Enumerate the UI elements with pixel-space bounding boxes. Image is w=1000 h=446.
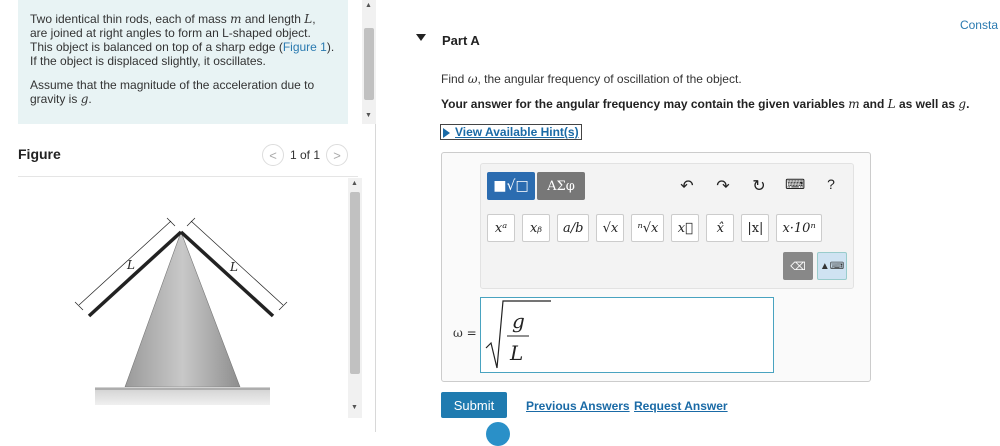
divider [18,176,358,177]
scientific-notation-key[interactable]: x·10ⁿ [776,214,822,242]
question-text: Find ω, the angular frequency of oscilla… [441,72,742,86]
support-wedge [124,231,241,388]
scroll-up-icon[interactable]: ▲ [365,2,372,9]
request-answer-link[interactable]: Request Answer [634,399,728,413]
denominator: L [509,341,523,365]
instruction-text: as well as [898,97,956,111]
problem-paragraph-2: Assume that the magnitude of the acceler… [30,78,336,106]
unit-vector-key[interactable]: x̂ [706,214,735,242]
scrollbar-thumb[interactable] [350,192,360,374]
help-icon[interactable]: ? [821,176,841,192]
var-L: L [887,97,896,111]
view-hints-link[interactable]: View Available Hint(s) [440,124,582,140]
l-rod-figure: L L [74,217,288,405]
dimension-tick [186,217,196,227]
math-toolbar: ■√□ ΑΣφ ↶ ↷ ↻ ⌨ ? xᵃ xᵦ a/b √x ⁿ√x x⃗ x̂… [480,163,854,289]
dimension-tick [74,301,84,311]
figure-heading: Figure [18,146,61,162]
var-omega: ω [467,72,478,86]
dimension-line-left [78,220,172,306]
instruction-text: . [966,97,970,111]
var-m: m [848,97,860,111]
collapse-caret-icon[interactable] [416,34,426,41]
problem-text: Two identical thin rods, each of mass [30,12,227,26]
left-panel: Two identical thin rods, each of mass m … [0,0,376,432]
base-plate [95,387,270,405]
var-m: m [230,12,242,26]
question-text-part: Find [441,72,465,86]
answer-input[interactable]: g L [480,297,774,373]
sqrt-expression: g L [485,300,551,369]
superscript-key[interactable]: xᵃ [487,214,515,242]
problem-text: Assume that the magnitude of the acceler… [30,78,315,106]
math-keys: xᵃ xᵦ a/b √x ⁿ√x x⃗ x̂ |x| x·10ⁿ [487,214,822,242]
instruction-text: and [862,97,885,111]
redo-icon[interactable]: ↷ [713,176,733,196]
answer-variable-label: ω = [453,326,477,340]
problem-paragraph-1: Two identical thin rods, each of mass m … [30,12,336,68]
problem-scrollbar[interactable]: ▲ ▼ [362,0,376,124]
absolute-value-key[interactable]: |x| [741,214,770,242]
instruction-text: Your answer for the angular frequency ma… [441,97,845,111]
hint-link-label: View Available Hint(s) [455,125,579,139]
scroll-down-icon[interactable]: ▼ [351,404,358,411]
prev-figure-button[interactable]: < [262,144,284,166]
next-figure-button[interactable]: > [326,144,349,166]
submit-button[interactable]: Submit [441,392,507,418]
scroll-down-icon[interactable]: ▼ [365,112,372,119]
nth-root-key[interactable]: ⁿ√x [631,214,665,242]
reset-icon[interactable]: ↻ [749,176,769,196]
part-a-header[interactable]: Part A [406,30,1000,50]
templates-button[interactable]: ■√□ [487,172,535,200]
feedback-icon [486,422,510,446]
expand-triangle-icon [443,128,450,138]
previous-answers-link[interactable]: Previous Answers [526,399,630,413]
right-panel: Consta Part A Find ω, the angular freque… [376,0,1000,446]
greek-symbols-button[interactable]: ΑΣφ [537,172,585,200]
keyboard-toggle-button[interactable]: ▲⌨ [817,252,847,280]
keyboard-shortcuts-icon[interactable]: ⌨ [785,176,805,193]
question-text-part: , the angular frequency of oscillation o… [477,72,742,86]
dimension-tick [278,301,288,311]
backspace-button[interactable]: ⌫ [783,252,813,280]
figure-page-count: 1 of 1 [290,148,321,162]
rod-label-right: L [229,260,238,274]
vector-key[interactable]: x⃗ [671,214,700,242]
numerator: g [512,309,525,333]
problem-statement: Two identical thin rods, each of mass m … [18,0,348,124]
answer-instruction: Your answer for the angular frequency ma… [441,97,969,111]
problem-text: . [88,92,92,106]
subscript-key[interactable]: xᵦ [522,214,550,242]
rod-label-left: L [126,258,135,272]
problem-text: and length [244,12,301,26]
undo-icon[interactable]: ↶ [677,176,697,196]
figure-scrollbar[interactable]: ▲ ▼ [348,178,362,418]
fraction-key[interactable]: a/b [557,214,590,242]
scrollbar-thumb[interactable] [364,28,374,100]
var-g: g [958,97,967,111]
square-root-key[interactable]: √x [596,214,625,242]
dimension-tick [166,217,176,227]
answer-panel: ■√□ ΑΣφ ↶ ↷ ↻ ⌨ ? xᵃ xᵦ a/b √x ⁿ√x x⃗ x̂… [441,152,871,382]
figure-pager: < 1 of 1 > [262,144,349,166]
figure-link[interactable]: Figure 1 [283,40,327,54]
scroll-up-icon[interactable]: ▲ [351,180,358,187]
part-a-label: Part A [442,33,480,48]
